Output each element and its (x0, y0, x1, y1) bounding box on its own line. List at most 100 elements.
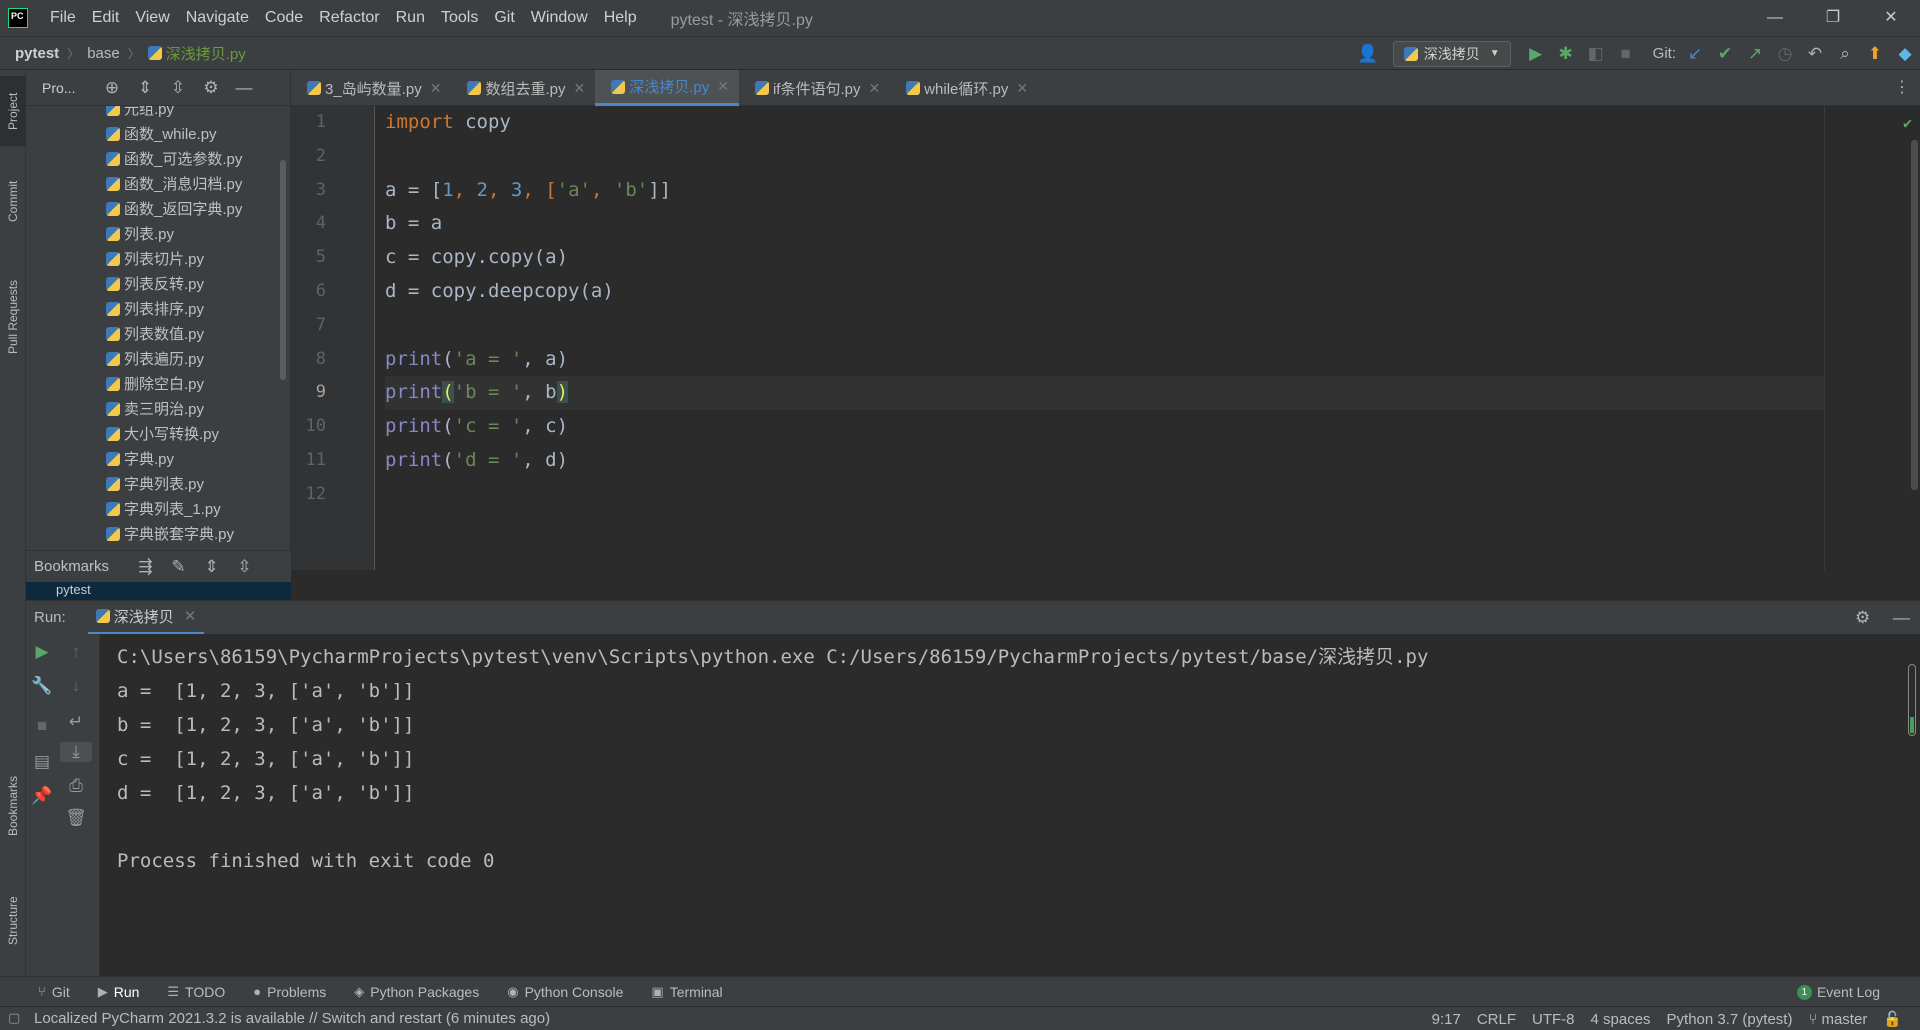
scroll-to-end-icon[interactable]: ⤓ (60, 742, 92, 762)
edit-icon[interactable]: ✎ (162, 557, 195, 577)
python-console-tool-button[interactable]: ◉ Python Console (507, 984, 623, 1000)
menu-refactor[interactable]: Refactor (311, 0, 387, 36)
tab-if-statement[interactable]: if条件语句.py ✕ (739, 70, 890, 106)
caret-position[interactable]: 9:17 (1432, 1011, 1461, 1028)
code-area[interactable]: import copy a = [1, 2, 3, ['a', 'b']] b … (385, 106, 1825, 512)
file-encoding[interactable]: UTF-8 (1532, 1011, 1575, 1028)
tab-deep-shallow-copy[interactable]: 深浅拷贝.py ✕ (595, 70, 739, 106)
git-commit-icon[interactable]: ✔ (1710, 44, 1740, 64)
soft-wrap-icon[interactable]: ↵ (60, 712, 92, 732)
tree-item[interactable]: 列表反转.py (26, 271, 276, 296)
console-scrollbar[interactable] (1908, 664, 1916, 736)
menu-git[interactable]: Git (486, 0, 522, 36)
tab-array-dedupe[interactable]: 数组去重.py ✕ (451, 70, 595, 106)
project-view-selector[interactable]: Pro... (42, 80, 75, 96)
update-icon[interactable]: ⬆ (1860, 44, 1890, 64)
status-message[interactable]: Localized PyCharm 2021.3.2 is available … (34, 1010, 550, 1027)
tree-item[interactable]: 元组.py (26, 106, 276, 121)
restore-icon[interactable]: ❐ (1804, 0, 1862, 36)
tree-item[interactable]: 列表遍历.py (26, 346, 276, 371)
breadcrumb-project[interactable]: pytest (15, 45, 59, 62)
close-icon[interactable]: ✕ (184, 607, 197, 625)
history-icon[interactable]: ◷ (1770, 44, 1800, 64)
git-push-icon[interactable]: ↗ (1740, 44, 1770, 64)
breadcrumb-file[interactable]: 深浅拷贝.py (166, 43, 246, 64)
lock-icon[interactable]: 🔓 (1883, 1010, 1902, 1028)
menu-run[interactable]: Run (388, 0, 433, 36)
rollback-icon[interactable]: ↶ (1800, 44, 1830, 64)
menu-edit[interactable]: Edit (84, 0, 128, 36)
collapse-all-icon[interactable]: ⇳ (228, 557, 261, 577)
python-packages-tool-button[interactable]: ◈ Python Packages (354, 984, 479, 1000)
menu-file[interactable]: File (42, 0, 84, 36)
problems-tool-button[interactable]: ● Problems (253, 984, 326, 1000)
breadcrumb-folder[interactable]: base (87, 45, 120, 62)
event-log-button[interactable]: 1 Event Log (1796, 977, 1880, 1007)
git-update-icon[interactable]: ↙ (1680, 44, 1710, 64)
close-icon[interactable]: ✕ (430, 80, 442, 97)
add-bookmark-icon[interactable]: ⇶ (129, 557, 162, 577)
tree-item[interactable]: 函数_返回字典.py (26, 196, 276, 221)
code-editor[interactable]: 1 2 3 4 5 6 7 8 9 10 11 12 import copy a… (291, 106, 1920, 570)
toggle-tool-windows-icon[interactable]: ▢ (8, 1010, 20, 1026)
search-icon[interactable]: ⌕ (1830, 44, 1860, 64)
toolbox-icon[interactable]: ◆ (1890, 44, 1920, 64)
line-separator[interactable]: CRLF (1477, 1011, 1516, 1028)
git-tool-button[interactable]: ⑂ Git (38, 984, 70, 1000)
stop-icon[interactable]: ■ (26, 716, 58, 736)
tree-item[interactable]: 列表切片.py (26, 246, 276, 271)
bookmarks-tool-tab[interactable]: Bookmarks (0, 756, 26, 856)
tree-item[interactable]: 删除空白.py (26, 371, 276, 396)
tree-item[interactable]: 函数_消息归档.py (26, 171, 276, 196)
gear-icon[interactable]: ⚙ (1855, 608, 1870, 627)
tree-item[interactable]: 卖三明治.py (26, 396, 276, 421)
terminal-tool-button[interactable]: ▣ Terminal (651, 984, 722, 1000)
tree-scrollbar[interactable] (280, 160, 286, 380)
tree-item[interactable]: 字典.py (26, 446, 276, 471)
close-icon[interactable]: ✕ (1016, 80, 1028, 97)
tree-item[interactable]: 函数_可选参数.py (26, 146, 276, 171)
close-icon[interactable]: ✕ (717, 78, 729, 95)
minimize-icon[interactable]: — (1746, 0, 1804, 36)
menu-window[interactable]: Window (523, 0, 596, 36)
trash-icon[interactable]: 🗑 (60, 808, 92, 828)
more-tabs-icon[interactable]: ⋮ (1894, 70, 1910, 106)
tree-item[interactable]: 字典列表_1.py (26, 496, 276, 521)
run-configuration-select[interactable]: 深浅拷贝 ▼ (1392, 40, 1511, 67)
bookmarks-list-item[interactable]: pytest (26, 582, 291, 600)
wrench-icon[interactable]: 🔧 (26, 676, 58, 696)
run-tab[interactable]: 深浅拷贝 ✕ (87, 601, 205, 635)
close-icon[interactable]: ✕ (573, 80, 585, 97)
menu-help[interactable]: Help (596, 0, 645, 36)
interpreter-selector[interactable]: Python 3.7 (pytest) (1667, 1011, 1793, 1028)
menu-code[interactable]: Code (257, 0, 311, 36)
collapse-all-icon[interactable]: ⇳ (161, 78, 194, 98)
menu-view[interactable]: View (127, 0, 177, 36)
tree-item[interactable]: 列表.py (26, 221, 276, 246)
inspection-ok-icon[interactable]: ✔ (1903, 114, 1912, 132)
expand-all-icon[interactable]: ⇕ (128, 78, 161, 98)
project-tool-tab[interactable]: Project (0, 76, 26, 146)
tab-while-loop[interactable]: while循环.py ✕ (890, 70, 1038, 106)
expand-all-icon[interactable]: ⇕ (195, 557, 228, 577)
editor-scrollbar[interactable] (1911, 140, 1918, 490)
coverage-icon[interactable]: ◧ (1581, 44, 1611, 64)
tree-item[interactable]: 列表排序.py (26, 296, 276, 321)
commit-tool-tab[interactable]: Commit (0, 166, 26, 236)
close-icon[interactable]: ✕ (1862, 0, 1920, 36)
run-tool-button[interactable]: ▶ Run (98, 984, 140, 1000)
locate-icon[interactable]: ⊕ (95, 78, 128, 98)
tree-item[interactable]: 函数_while.py (26, 121, 276, 146)
pull-requests-tool-tab[interactable]: Pull Requests (0, 262, 26, 372)
layout-icon[interactable]: ▤ (26, 752, 58, 772)
tree-item[interactable]: 字典列表.py (26, 471, 276, 496)
arrow-down-icon[interactable]: ↓ (60, 676, 92, 696)
arrow-up-icon[interactable]: ↑ (60, 642, 92, 662)
todo-tool-button[interactable]: ☰ TODO (167, 984, 225, 1000)
tree-item[interactable]: 字典嵌套字典.py (26, 521, 276, 546)
console-output[interactable]: C:\Users\86159\PycharmProjects\pytest\ve… (100, 634, 1920, 976)
debug-icon[interactable]: ✱ (1551, 44, 1581, 64)
hide-icon[interactable]: — (227, 78, 260, 98)
indent-setting[interactable]: 4 spaces (1591, 1011, 1651, 1028)
user-icon[interactable]: 👤 (1353, 44, 1383, 64)
